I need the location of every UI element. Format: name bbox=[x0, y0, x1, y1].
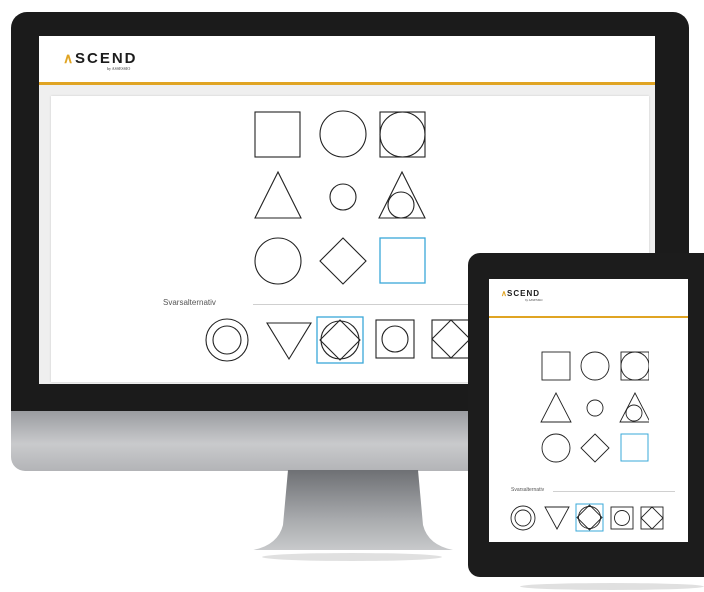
header-accent-line bbox=[39, 82, 655, 85]
tablet-header-accent-line bbox=[489, 316, 688, 318]
tablet-logo-mark-icon: ∧ bbox=[501, 289, 507, 298]
stand-shadow bbox=[262, 553, 442, 561]
triangle-shape bbox=[254, 170, 302, 219]
app-header: ∧ SCEND by ASSESSIO bbox=[39, 36, 655, 82]
option-square-with-circle[interactable] bbox=[375, 319, 415, 359]
circle-shape-2 bbox=[254, 237, 302, 285]
tablet-logo-text: SCEND bbox=[507, 289, 541, 298]
tablet-answer-options[interactable] bbox=[509, 501, 669, 535]
tablet-shadow bbox=[520, 583, 704, 590]
tablet-screen: ∧ SCEND by ASSESSIO Svarsalternativ bbox=[489, 279, 688, 542]
answer-section-label: Svarsalternativ bbox=[163, 298, 216, 307]
option-double-circle[interactable] bbox=[205, 318, 249, 362]
answer-options[interactable] bbox=[199, 314, 499, 368]
logo-mark-icon: ∧ bbox=[63, 50, 74, 66]
tablet-answer-section-label: Svarsalternativ bbox=[511, 487, 545, 493]
tablet-logo-subtitle: by ASSESSIO bbox=[525, 298, 543, 302]
logo-subtitle: by ASSESSIO bbox=[107, 66, 131, 71]
logo-text: SCEND bbox=[75, 50, 138, 67]
option-square-with-diamond[interactable] bbox=[431, 319, 471, 359]
circle-shape bbox=[319, 110, 367, 158]
empty-answer-cell bbox=[379, 237, 426, 284]
monitor-stand bbox=[253, 470, 453, 550]
diamond-shape bbox=[319, 237, 367, 285]
puzzle-matrix bbox=[254, 110, 426, 285]
triangle-with-circle-shape bbox=[378, 170, 426, 219]
square-shape bbox=[254, 111, 301, 158]
option-inverted-triangle[interactable] bbox=[266, 322, 312, 361]
tablet-puzzle-matrix bbox=[540, 351, 649, 463]
tablet-section-divider bbox=[553, 491, 675, 492]
option-circle-with-diamond[interactable] bbox=[316, 316, 364, 364]
small-circle-shape bbox=[329, 183, 357, 211]
